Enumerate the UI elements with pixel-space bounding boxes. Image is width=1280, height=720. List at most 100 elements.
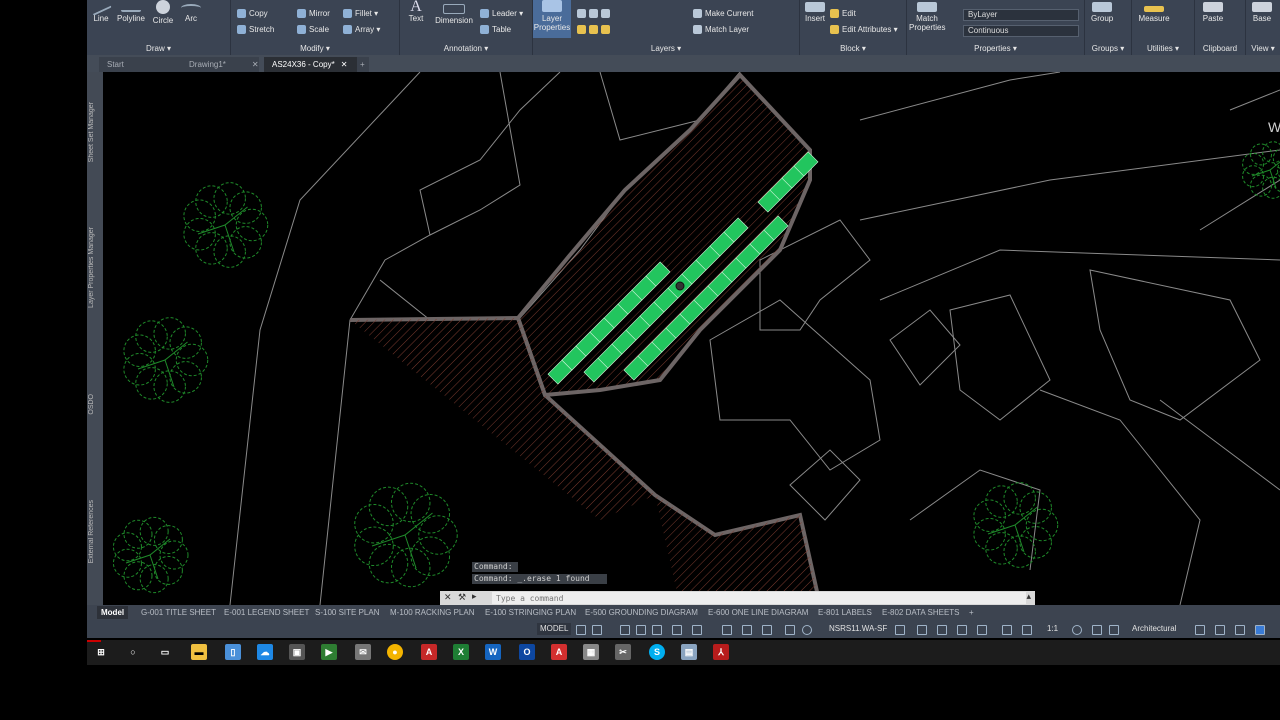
layers-panel-title[interactable]: Layers ▾: [533, 44, 799, 53]
tab-s-100[interactable]: S-100 SITE PLAN: [311, 606, 383, 619]
calculator-icon[interactable]: ▦: [583, 644, 599, 660]
gear-icon[interactable]: [1072, 625, 1082, 635]
clean-screen-icon[interactable]: [1235, 625, 1245, 635]
fillet-button[interactable]: Fillet ▾: [343, 9, 378, 18]
close-tab-icon[interactable]: ✕: [252, 60, 259, 69]
acrobat-icon[interactable]: ⅄: [713, 644, 729, 660]
units-dropdown[interactable]: Architectural: [1132, 623, 1176, 635]
autocad-icon[interactable]: A: [551, 644, 567, 660]
add-layout-button[interactable]: +: [965, 606, 978, 619]
outlook-icon[interactable]: O: [519, 644, 535, 660]
match-layer-button[interactable]: Match Layer: [693, 25, 749, 34]
group-button[interactable]: Group: [1091, 2, 1113, 23]
selection-cycling-icon[interactable]: [762, 625, 772, 635]
access-icon[interactable]: A: [421, 644, 437, 660]
wrench-icon[interactable]: ⚒: [458, 592, 466, 603]
store-icon[interactable]: ▣: [289, 644, 305, 660]
ortho-icon[interactable]: [620, 625, 630, 635]
quick-view-icon[interactable]: [1195, 625, 1205, 635]
grid-icon[interactable]: [576, 625, 586, 635]
search-icon[interactable]: ○: [125, 644, 141, 660]
array-button[interactable]: Array ▾: [343, 25, 380, 34]
layer-tools-row1[interactable]: [577, 9, 610, 18]
drawing-canvas[interactable]: W: [103, 72, 1280, 605]
coordinate-system-label[interactable]: NSRS11.WA-SF: [829, 623, 887, 635]
tab-e-600[interactable]: E-600 ONE LINE DIAGRAM: [704, 606, 812, 619]
close-tab-icon[interactable]: ✕: [341, 60, 348, 69]
arc-button[interactable]: Arc: [181, 4, 201, 23]
properties-panel-title[interactable]: Properties ▾: [907, 44, 1084, 53]
units-icon[interactable]: [917, 625, 927, 635]
circle-button[interactable]: Circle: [151, 0, 175, 25]
copy-button[interactable]: Copy: [237, 9, 268, 18]
mirror-button[interactable]: Mirror: [297, 9, 330, 18]
task-view-icon[interactable]: ▭: [157, 644, 173, 660]
insert-button[interactable]: Insert: [802, 2, 828, 23]
word-icon[interactable]: W: [485, 644, 501, 660]
line-button[interactable]: Line: [90, 0, 112, 23]
tab-m-100[interactable]: M-100 RACKING PLAN: [386, 606, 478, 619]
isodraft-icon[interactable]: [652, 625, 662, 635]
3d-osnap-icon[interactable]: [785, 625, 795, 635]
polar-icon[interactable]: [636, 625, 646, 635]
excel-icon[interactable]: X: [453, 644, 469, 660]
annotation-panel-title[interactable]: Annotation ▾: [400, 44, 532, 53]
geolocation-icon[interactable]: [802, 625, 812, 635]
tab-e-801[interactable]: E-801 LABELS: [814, 606, 876, 619]
mail-icon[interactable]: ✉: [355, 644, 371, 660]
tab-as24x36-copy[interactable]: AS24X36 - Copy* ✕: [264, 57, 358, 72]
onedrive-icon[interactable]: ☁: [257, 644, 273, 660]
annotation-scale[interactable]: 1:1: [1047, 623, 1058, 635]
tab-g-001[interactable]: G-001 TITLE SHEET: [137, 606, 220, 619]
measure-button[interactable]: Measure: [1136, 2, 1172, 23]
customization-icon[interactable]: [1255, 625, 1265, 635]
snipping-tool-icon[interactable]: ✂: [615, 644, 631, 660]
osdo-tab[interactable]: OSDO: [88, 394, 95, 415]
make-current-button[interactable]: Make Current: [693, 9, 753, 18]
groups-panel-title[interactable]: Groups ▾: [1085, 44, 1131, 53]
tab-drawing1[interactable]: Drawing1* ✕: [181, 57, 259, 72]
draw-panel-title[interactable]: Draw ▾: [87, 44, 230, 53]
utilities-panel-title[interactable]: Utilities ▾: [1132, 44, 1194, 53]
block-panel-title[interactable]: Block ▾: [800, 44, 906, 53]
quick-properties-icon[interactable]: [937, 625, 947, 635]
color-dropdown[interactable]: ByLayer: [963, 9, 1079, 21]
chevron-up-icon[interactable]: ▴: [1026, 591, 1031, 602]
model-space-toggle[interactable]: MODEL: [537, 623, 572, 635]
modify-panel-title[interactable]: Modify ▾: [231, 44, 399, 53]
text-button[interactable]: A Text: [406, 0, 426, 23]
external-references-tab[interactable]: External References: [88, 500, 95, 563]
tab-e-500[interactable]: E-500 GROUNDING DIAGRAM: [581, 606, 702, 619]
chrome-icon[interactable]: ●: [387, 644, 403, 660]
workspace-icon[interactable]: [1215, 625, 1225, 635]
dimension-button[interactable]: Dimension: [434, 4, 474, 25]
stretch-button[interactable]: Stretch: [237, 25, 274, 34]
documents-icon[interactable]: ▯: [225, 644, 241, 660]
annotation-visibility-icon[interactable]: [1002, 625, 1012, 635]
scale-button[interactable]: Scale: [297, 25, 329, 34]
linetype-dropdown[interactable]: Continuous: [963, 25, 1079, 37]
annotation-monitor-icon[interactable]: [895, 625, 905, 635]
layer-properties-button[interactable]: Layer Properties: [533, 0, 571, 38]
plus-icon[interactable]: [1092, 625, 1102, 635]
tab-e-100[interactable]: E-100 STRINGING PLAN: [481, 606, 580, 619]
isolate-objects-icon[interactable]: [977, 625, 987, 635]
layer-properties-manager-tab[interactable]: Layer Properties Manager: [88, 227, 95, 308]
notes-icon[interactable]: ▤: [681, 644, 697, 660]
hardware-acceleration-icon[interactable]: [1109, 625, 1119, 635]
tab-e-001[interactable]: E-001 LEGEND SHEET: [220, 606, 313, 619]
tab-model[interactable]: Model: [97, 606, 129, 619]
paste-button[interactable]: Paste: [1201, 2, 1225, 23]
skype-icon[interactable]: S: [649, 644, 665, 660]
layer-tools-row2[interactable]: [577, 25, 610, 34]
sheet-set-manager-tab[interactable]: Sheet Set Manager: [88, 102, 95, 162]
lineweight-icon[interactable]: [722, 625, 732, 635]
file-explorer-icon[interactable]: ▬: [191, 644, 207, 660]
match-properties-button[interactable]: Match Properties: [909, 2, 945, 32]
snap-icon[interactable]: [592, 625, 602, 635]
edit-block-button[interactable]: Edit: [830, 9, 856, 18]
close-command-icon[interactable]: ✕: [444, 592, 452, 603]
command-input[interactable]: [492, 592, 1026, 604]
osnap-icon[interactable]: [692, 625, 702, 635]
leader-button[interactable]: Leader ▾: [480, 9, 523, 18]
